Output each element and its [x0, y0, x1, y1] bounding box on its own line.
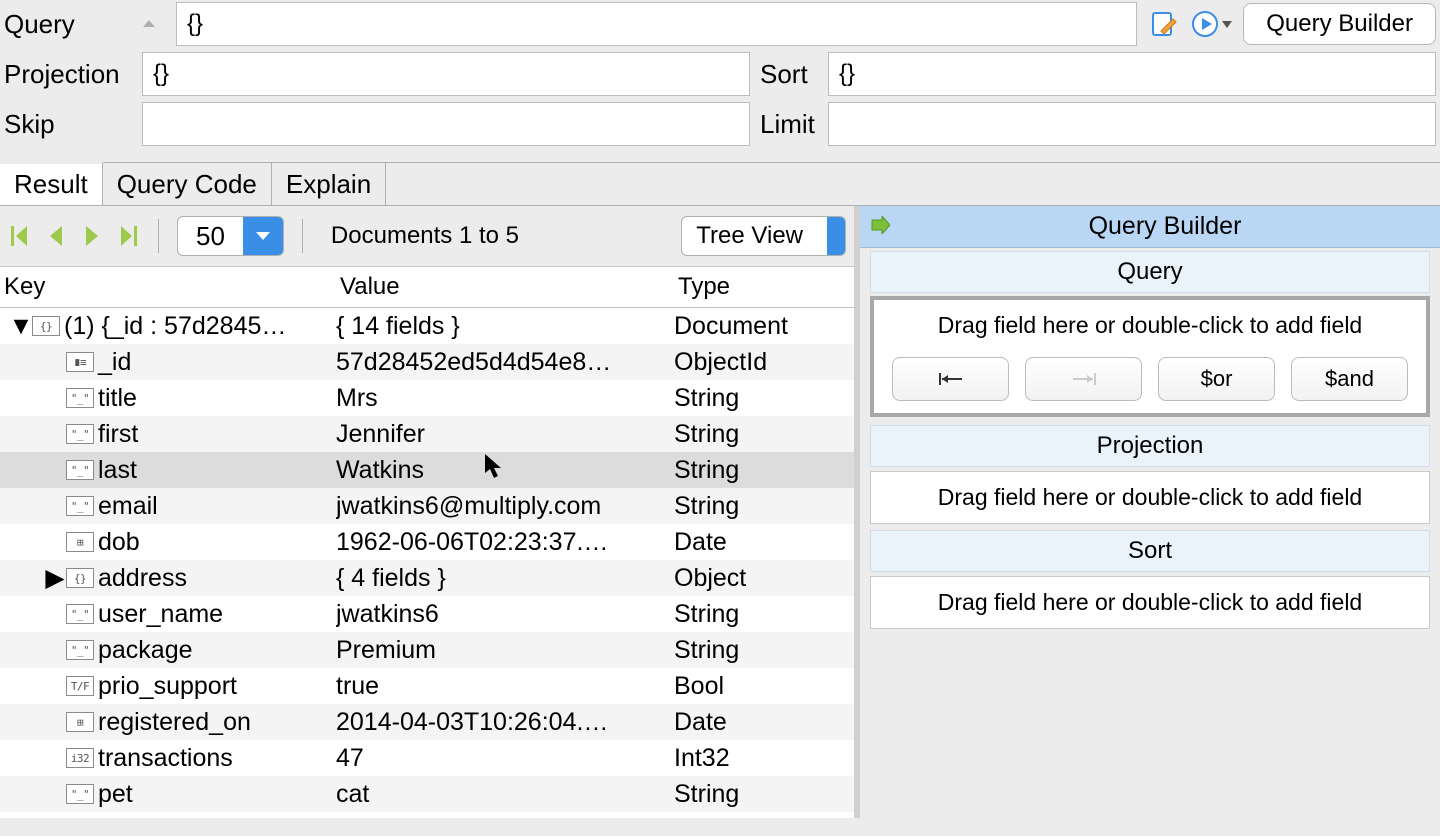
- tree-row[interactable]: ⊞dob1962-06-06T02:23:37.…Date: [0, 524, 854, 560]
- page-size-select[interactable]: 50: [177, 216, 284, 256]
- view-mode-select[interactable]: Tree View: [681, 216, 846, 256]
- tree-row-root[interactable]: ▼{}(1) {_id : 57d2845…{ 14 fields }Docum…: [0, 308, 854, 344]
- query-builder-title: Query Builder: [900, 212, 1430, 241]
- tree-row[interactable]: "_"packagePremiumString: [0, 632, 854, 668]
- result-toolbar: 50 Documents 1 to 5 Tree View: [0, 206, 854, 267]
- tab-explain[interactable]: Explain: [272, 163, 386, 205]
- view-mode-value: Tree View: [682, 222, 827, 250]
- query-builder-pane: Query Builder Query Drag field here or d…: [860, 206, 1440, 818]
- col-value: Value: [340, 273, 678, 301]
- projection-input[interactable]: [142, 52, 750, 96]
- tree-row[interactable]: ▶{}address{ 4 fields }Object: [0, 560, 854, 596]
- collapse-icon[interactable]: [132, 7, 166, 41]
- separator: [302, 219, 303, 253]
- tree-row[interactable]: "_"petcatString: [0, 776, 854, 812]
- sort-input[interactable]: [828, 52, 1436, 96]
- or-button[interactable]: $or: [1158, 357, 1275, 401]
- run-button[interactable]: [1191, 10, 1233, 38]
- query-builder-header: Query Builder: [860, 206, 1440, 248]
- tree-header: Key Value Type: [0, 267, 854, 308]
- qb-query-buttons: $or $and: [874, 351, 1426, 413]
- last-page-icon[interactable]: [116, 221, 140, 251]
- limit-input[interactable]: [828, 102, 1436, 146]
- tree-row[interactable]: "_"titleMrsString: [0, 380, 854, 416]
- tree-row[interactable]: "_"lastWatkinsString: [0, 452, 854, 488]
- chevron-down-icon: [827, 216, 845, 256]
- query-form: Query Query Builder Projection Sort: [0, 0, 1440, 162]
- edit-icon[interactable]: [1147, 7, 1181, 41]
- tree-row[interactable]: "_"user_namejwatkins6String: [0, 596, 854, 632]
- qb-projection-title: Projection: [870, 425, 1430, 467]
- projection-label: Projection: [4, 59, 132, 90]
- separator: [158, 219, 159, 253]
- outdent-button[interactable]: [892, 357, 1009, 401]
- qb-projection-drop[interactable]: Drag field here or double-click to add f…: [870, 471, 1430, 524]
- qb-sort-drop[interactable]: Drag field here or double-click to add f…: [870, 576, 1430, 629]
- tree-row[interactable]: ⊞registered_on2014-04-03T10:26:04.…Date: [0, 704, 854, 740]
- qb-query-title: Query: [870, 251, 1430, 293]
- tree-body[interactable]: ▼{}(1) {_id : 57d2845…{ 14 fields }Docum…: [0, 308, 854, 812]
- page-size-value: 50: [178, 221, 243, 252]
- tab-result[interactable]: Result: [0, 162, 103, 205]
- query-input[interactable]: [176, 2, 1137, 46]
- tree-row[interactable]: "_"emailjwatkins6@multiply.comString: [0, 488, 854, 524]
- tree-row[interactable]: i32transactions47Int32: [0, 740, 854, 776]
- col-key: Key: [4, 273, 340, 301]
- tree-row[interactable]: "_"firstJenniferString: [0, 416, 854, 452]
- skip-label: Skip: [4, 109, 132, 140]
- col-type: Type: [678, 273, 850, 301]
- apply-icon[interactable]: [870, 213, 890, 241]
- tree-row[interactable]: T/Fprio_supporttrueBool: [0, 668, 854, 704]
- query-builder-button[interactable]: Query Builder: [1243, 3, 1436, 45]
- first-page-icon[interactable]: [8, 221, 32, 251]
- tab-query-code[interactable]: Query Code: [103, 163, 272, 205]
- chevron-down-icon[interactable]: [1221, 10, 1233, 38]
- next-page-icon[interactable]: [80, 221, 104, 251]
- qb-query-box[interactable]: Drag field here or double-click to add f…: [870, 296, 1430, 417]
- skip-input[interactable]: [142, 102, 750, 146]
- document-range: Documents 1 to 5: [321, 222, 529, 250]
- sort-label: Sort: [760, 59, 818, 90]
- query-label: Query: [4, 9, 122, 40]
- chevron-down-icon: [243, 216, 283, 256]
- tree-row[interactable]: ∎≡_id57d28452ed5d4d54e8…ObjectId: [0, 344, 854, 380]
- indent-button[interactable]: [1025, 357, 1142, 401]
- result-pane: 50 Documents 1 to 5 Tree View Key Value …: [0, 206, 860, 818]
- qb-sort-title: Sort: [870, 530, 1430, 572]
- result-tabs: Result Query Code Explain: [0, 162, 1440, 206]
- qb-query-drop[interactable]: Drag field here or double-click to add f…: [874, 300, 1426, 351]
- limit-label: Limit: [760, 109, 818, 140]
- prev-page-icon[interactable]: [44, 221, 68, 251]
- and-button[interactable]: $and: [1291, 357, 1408, 401]
